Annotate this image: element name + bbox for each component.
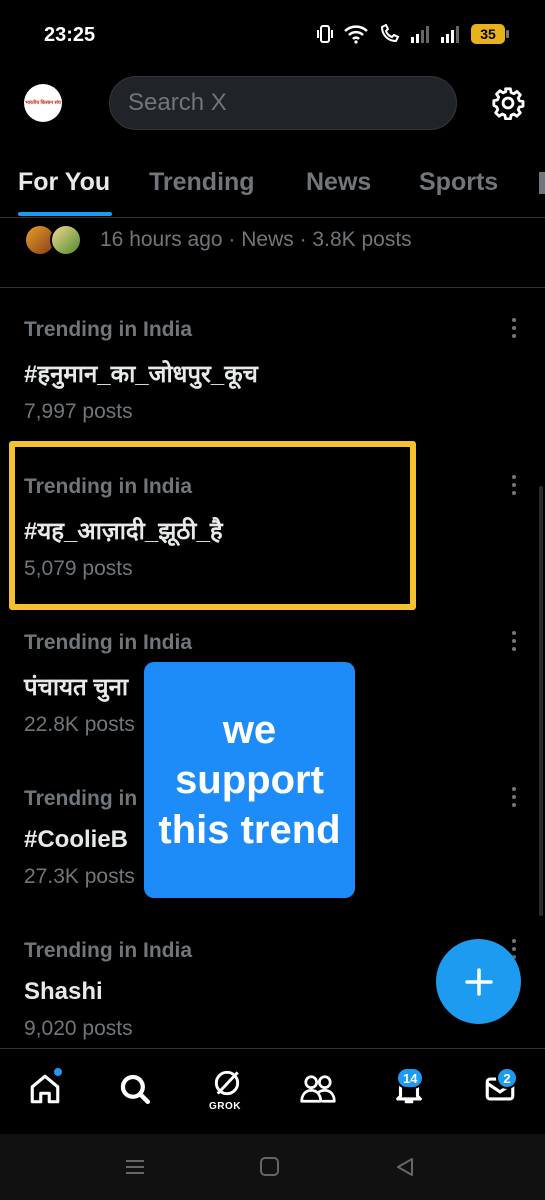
more-options-icon[interactable]: [510, 475, 518, 497]
status-icons: 35: [317, 24, 509, 44]
trend-context: Trending in India: [24, 631, 192, 654]
wifi-icon: [344, 25, 368, 44]
nav-explore[interactable]: [115, 1069, 155, 1109]
avatar-logo-text: भारतीय किसान संघ: [25, 100, 61, 106]
gear-icon[interactable]: [491, 86, 525, 120]
news-item[interactable]: 16 hours ago · News · 3.8K posts: [0, 218, 545, 288]
trend-name: पंचायत चुना: [24, 674, 129, 701]
trend-context: Trending in India: [24, 939, 192, 962]
more-options-icon[interactable]: [510, 787, 518, 809]
call-icon: [380, 24, 400, 43]
home-new-dot: [54, 1068, 62, 1076]
search-icon: [120, 1074, 151, 1105]
news-avatars: [24, 224, 88, 258]
grok-icon: [214, 1070, 240, 1096]
scrollbar[interactable]: [539, 486, 543, 916]
tab-sports[interactable]: Sports: [419, 168, 498, 197]
trend-name: #CoolieB: [24, 826, 129, 853]
recents-icon[interactable]: [124, 1156, 146, 1178]
bottom-navigation: 14 2: [0, 1048, 545, 1134]
compose-button[interactable]: [436, 939, 521, 1024]
tab-trending[interactable]: Trending: [149, 168, 255, 197]
trend-name: #हनुमान_का_जोधपुर_कूच: [24, 361, 258, 388]
battery-indicator: 35: [471, 24, 509, 44]
communities-icon: [300, 1075, 336, 1103]
signal-1-icon: [411, 26, 429, 43]
news-avatar: [50, 224, 82, 256]
trend-context: Trending in: [24, 787, 138, 810]
plus-icon: [464, 967, 493, 996]
trend-context: Trending in India: [24, 318, 192, 341]
home-button-icon[interactable]: [259, 1156, 281, 1178]
overlay-caption: we support this trend: [158, 708, 341, 852]
status-time: 23:25: [44, 24, 96, 46]
tab-for-you[interactable]: For You: [18, 168, 110, 197]
more-options-icon[interactable]: [510, 631, 518, 653]
nav-communities[interactable]: [298, 1069, 338, 1109]
search-input[interactable]: Search X: [109, 76, 457, 130]
vibrate-icon: [317, 25, 333, 43]
grok-label: GROK: [209, 1101, 241, 1112]
trend-count: 7,997 posts: [24, 400, 133, 423]
status-bar: 23:25 35: [0, 0, 545, 70]
overlay-caption-card: we support this trend: [144, 662, 355, 898]
news-meta: 16 hours ago · News · 3.8K posts: [100, 228, 412, 251]
messages-badge: 2: [496, 1067, 518, 1089]
home-icon: [30, 1074, 60, 1104]
trend-count: 22.8K posts: [24, 713, 135, 736]
system-navigation-bar: [0, 1134, 545, 1200]
tab-overflow-edge: [539, 172, 545, 194]
back-icon[interactable]: [394, 1156, 416, 1178]
profile-avatar[interactable]: भारतीय किसान संघ: [24, 84, 62, 122]
trend-name: Shashi: [24, 978, 103, 1005]
trend-count: 9,020 posts: [24, 1017, 133, 1040]
active-tab-indicator: [18, 212, 112, 216]
nav-grok[interactable]: [207, 1063, 247, 1103]
signal-2-icon: [441, 26, 459, 43]
trend-item[interactable]: Trending in India #हनुमान_का_जोधपुर_कूच …: [0, 298, 545, 454]
tab-news[interactable]: News: [306, 168, 371, 197]
trend-count: 27.3K posts: [24, 865, 135, 888]
notifications-badge: 14: [396, 1067, 425, 1089]
highlight-box: [9, 441, 416, 610]
more-options-icon[interactable]: [510, 318, 518, 340]
explore-tabs: For You Trending News Sports: [0, 148, 545, 218]
